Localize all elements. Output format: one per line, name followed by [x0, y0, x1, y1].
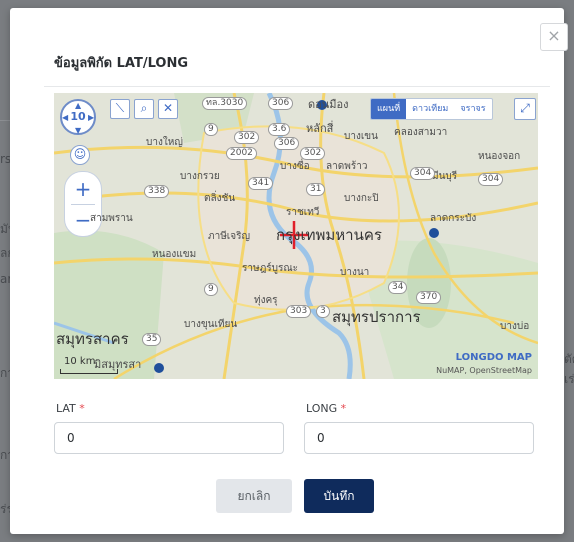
place-label: บางกะปิ: [344, 193, 379, 204]
place-label: บางใหญ่: [146, 137, 183, 148]
close-button[interactable]: ×: [540, 23, 568, 51]
pan-left-icon[interactable]: ◀: [62, 113, 68, 122]
road-number: 304: [410, 167, 436, 180]
bg-divider: [0, 120, 10, 121]
place-label: ภาษีเจริญ: [208, 231, 250, 242]
place-label: สามพราน: [90, 213, 133, 224]
map-layer-tabs: แผนที่ ดาวเทียม จราจร: [370, 98, 493, 120]
place-label: ลาดกระบัง: [430, 213, 477, 224]
place-label: บางนา: [340, 267, 370, 278]
bg-text-fragment: ตัด: [564, 352, 574, 366]
place-label: หนองแขม: [152, 249, 197, 260]
map-search-icon[interactable]: ⌕: [134, 99, 154, 119]
place-label: สมุทรสาคร: [56, 330, 129, 348]
road-number: 302: [300, 147, 326, 160]
road-number: 303: [286, 305, 312, 318]
place-label: บางบ่อ: [500, 321, 530, 332]
lat-label: LAT *: [56, 402, 85, 415]
lat-input[interactable]: [54, 422, 284, 454]
road-number: 31: [306, 183, 326, 196]
required-mark: *: [340, 402, 347, 415]
lat-label-text: LAT: [56, 402, 76, 415]
fullscreen-icon[interactable]: ⤢: [514, 98, 536, 120]
road-number: 338: [144, 185, 170, 198]
place-label: ดอนมือง: [308, 98, 349, 111]
road-number: 9: [204, 123, 218, 136]
close-icon: ×: [547, 26, 561, 45]
road-number: 341: [248, 177, 274, 190]
place-label: หลักสี่: [306, 122, 334, 135]
long-label-text: LONG: [306, 402, 338, 415]
road-number: 3.6: [268, 123, 291, 136]
zoom-level-text: 10: [70, 110, 86, 123]
place-label: คลองสามวา: [394, 127, 448, 138]
place-label: ตลิ่งชัน: [204, 193, 236, 204]
map-scale-label: 10 km: [64, 356, 96, 367]
zoom-in-button[interactable]: +: [65, 174, 101, 204]
place-label: บางกรวย: [180, 171, 220, 182]
dialog-title: ข้อมูลพิกัด LAT/LONG: [54, 56, 189, 71]
place-label: หนองจอก: [478, 151, 521, 162]
place-label: สมุทรปราการ: [332, 308, 421, 326]
zoom-control: + −: [64, 171, 102, 237]
long-input[interactable]: [304, 422, 534, 454]
street-view-icon[interactable]: ☺: [70, 145, 90, 165]
clear-icon[interactable]: ✕: [158, 99, 178, 119]
pan-right-icon[interactable]: ▶: [88, 113, 94, 122]
save-button[interactable]: บันทึก: [304, 479, 374, 513]
place-label: ราษฎร์บูรณะ: [242, 263, 299, 274]
place-label: ราชเทวี: [286, 207, 320, 218]
road-number: 370: [416, 291, 442, 304]
place-label: ทุ่งครุ: [254, 295, 278, 306]
place-label: บางขุนเทียน: [184, 319, 238, 330]
road-number: 306: [274, 137, 300, 150]
road-number: 302: [234, 131, 260, 144]
map-brand-logo: LONGDO MAP: [455, 352, 532, 363]
layer-tab-satellite[interactable]: ดาวเทียม: [406, 99, 454, 119]
pan-up-icon[interactable]: ▲: [75, 101, 81, 110]
place-label: บางซื่อ: [280, 161, 310, 172]
map-scale-bar: [60, 369, 118, 374]
road-number: 35: [142, 333, 162, 346]
road-number: 3: [316, 305, 330, 318]
place-label: มีนบุรี: [432, 171, 458, 182]
layer-tab-traffic[interactable]: จราจร: [454, 99, 491, 119]
road-number: 9: [204, 283, 218, 296]
cancel-button[interactable]: ยกเลิก: [216, 479, 292, 513]
road-number: ทล.3030: [202, 97, 248, 110]
place-label: บางเขน: [344, 131, 378, 142]
bg-text-fragment: เร่: [564, 372, 574, 386]
road-number: 34: [388, 281, 408, 294]
map-view[interactable]: 10 ▲ ▼ ◀ ▶ ⟍ ⌕ ✕ ☺ + − แผนที่ ดาวเทียม จ…: [54, 93, 538, 379]
road-number: 304: [478, 173, 504, 186]
map-attribution: NuMAP, OpenStreetMap: [436, 366, 532, 375]
pan-down-icon[interactable]: ▼: [75, 126, 81, 135]
road-number: 2002: [226, 147, 257, 160]
long-label: LONG *: [306, 402, 346, 415]
layer-tab-map[interactable]: แผนที่: [371, 99, 407, 119]
header-divider: [44, 86, 550, 87]
place-label: ลาดพร้าว: [326, 161, 368, 172]
road-number: 306: [268, 97, 294, 110]
required-mark: *: [79, 402, 85, 415]
draw-line-icon[interactable]: ⟍: [110, 99, 130, 119]
place-label: กรุงเทพมหานคร: [276, 226, 382, 244]
